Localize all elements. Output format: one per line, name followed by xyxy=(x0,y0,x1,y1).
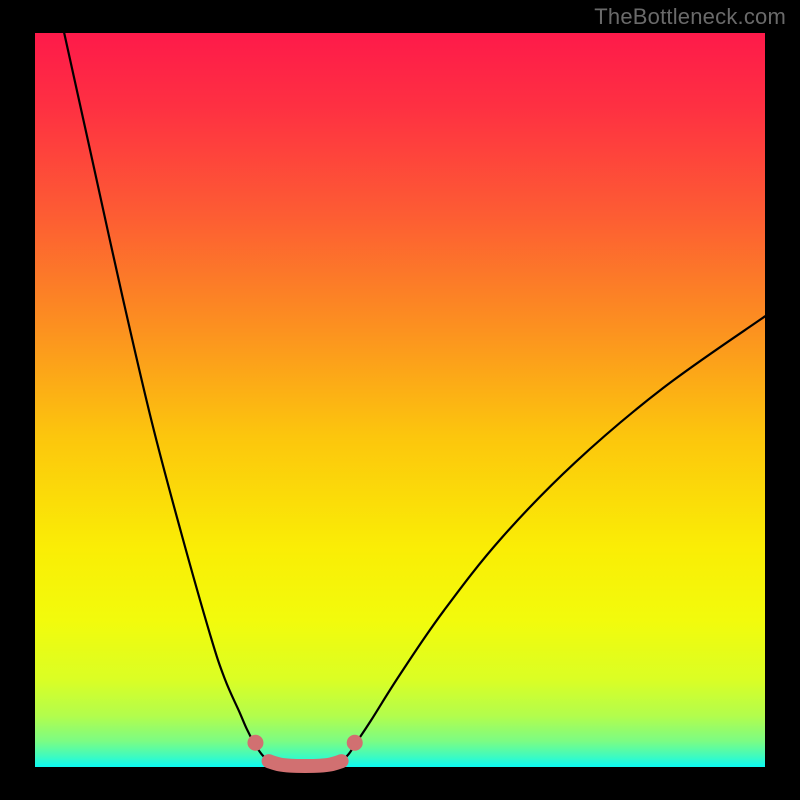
marker-dot xyxy=(347,735,363,751)
curve-right xyxy=(342,316,765,761)
dot-markers xyxy=(247,735,362,751)
curve-layer xyxy=(35,33,765,767)
marker-dot xyxy=(247,735,263,751)
plot-area xyxy=(35,33,765,767)
curve-left xyxy=(64,33,268,761)
chart-frame: TheBottleneck.com xyxy=(0,0,800,800)
watermark-text: TheBottleneck.com xyxy=(594,4,786,30)
floor-band xyxy=(269,761,342,766)
